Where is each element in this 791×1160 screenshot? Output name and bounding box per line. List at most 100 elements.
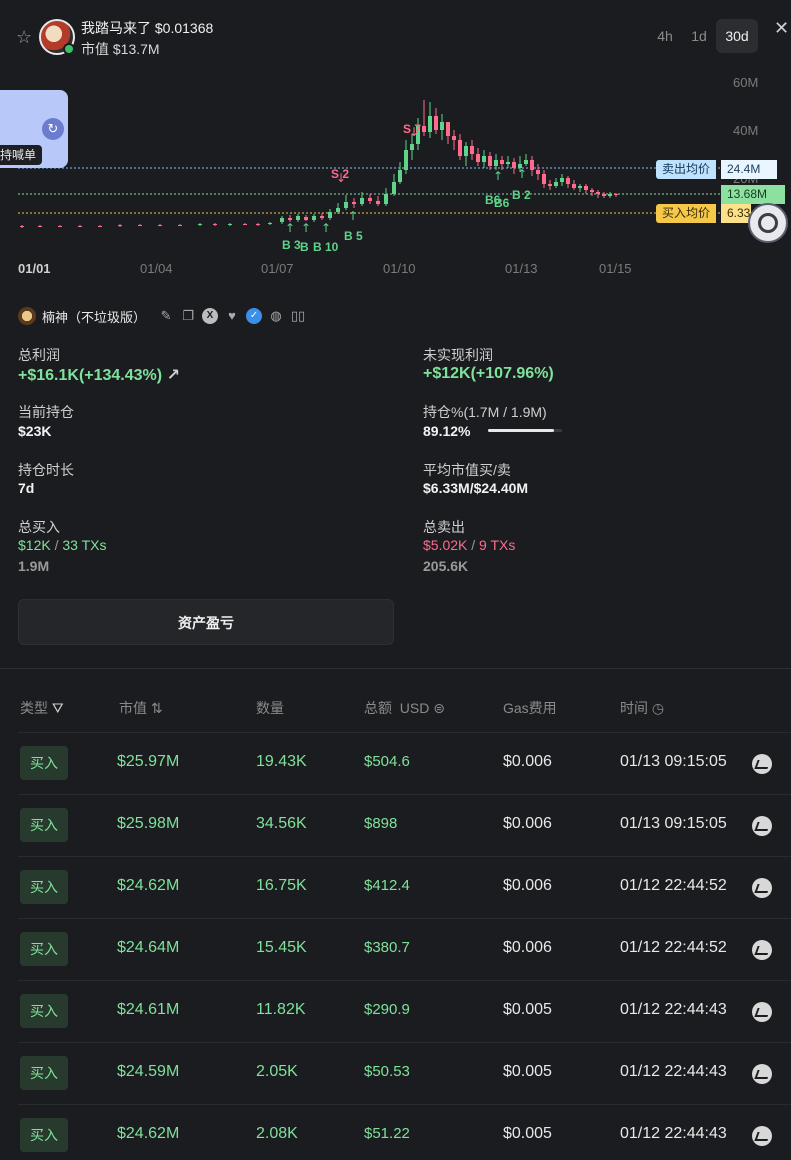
edit-icon[interactable]: ✎ (158, 308, 174, 324)
table-row[interactable]: 买入 $24.64M 15.45K $380.7 $0.006 01/12 22:44:5… (0, 919, 791, 981)
signal-card[interactable]: ↻ 持喊单 (0, 90, 68, 168)
trade-time: 01/12 22:44:43 (620, 1001, 727, 1018)
candle-body (304, 217, 308, 220)
candle-body (536, 170, 540, 174)
candle-body (376, 201, 380, 204)
trade-time: 01/12 22:44:43 (620, 1125, 727, 1142)
tx-explorer-icon[interactable] (752, 754, 772, 774)
candle-body (428, 116, 432, 132)
timeframe-30d[interactable]: 30d (716, 19, 758, 53)
divider (0, 668, 791, 669)
total-buy-amount: $12K / 33 TXs (18, 537, 107, 553)
trade-time: 01/12 22:44:43 (620, 1063, 727, 1080)
sell-marker: S 7 (403, 122, 422, 136)
trade-total: $50.53 (364, 1063, 410, 1080)
external-link-icon[interactable]: ↗ (167, 367, 180, 384)
candle-body (464, 146, 468, 156)
buy-marker: B 5 (344, 229, 363, 243)
table-row[interactable]: 买入 $24.59M 2.05K $50.53 $0.005 01/12 22:44:43 (0, 1043, 791, 1105)
tx-explorer-icon[interactable] (752, 816, 772, 836)
trade-mcap: $24.62M (117, 877, 180, 894)
candle-body (572, 184, 576, 188)
tx-explorer-icon[interactable] (752, 1126, 772, 1146)
buy-arrow-icon: ↑ (321, 221, 331, 235)
trade-time: 01/12 22:44:52 (620, 939, 727, 956)
token-name: 我踏马来了 $0.01368 (81, 20, 214, 36)
candle-body (476, 154, 480, 162)
candle-body (530, 160, 534, 170)
col-total[interactable]: 总额 USD ⊜ (364, 698, 445, 718)
table-row[interactable]: 买入 $24.62M 2.08K $51.22 $0.005 01/12 22:44:43 (0, 1105, 791, 1160)
tx-explorer-icon[interactable] (752, 1064, 772, 1084)
buy-arrow-icon: ↑ (285, 221, 295, 235)
sort-icon[interactable]: ⇅ (151, 700, 163, 716)
filter-icon[interactable]: ⛛ (52, 700, 64, 716)
table-row[interactable]: 买入 $25.97M 19.43K $504.6 $0.006 01/13 09:15:0… (0, 733, 791, 795)
total-sell-amount: $5.02K / 9 TXs (423, 537, 516, 553)
heart-icon[interactable]: ♥ (224, 308, 240, 324)
timeframe-4h[interactable]: 4h (646, 19, 684, 53)
asset-pnl-button[interactable]: 资产盈亏 (18, 599, 394, 645)
candle-body (434, 116, 438, 130)
trade-gas: $0.005 (503, 1001, 552, 1018)
copy-icon[interactable]: ❐ (180, 308, 196, 324)
unrealized-profit-value: +$12K(+107.96%) (423, 365, 554, 382)
candle-body (288, 218, 292, 220)
refresh-icon[interactable]: ↻ (42, 118, 64, 140)
candle-body (320, 216, 324, 218)
x-tick: 01/15 (599, 261, 632, 276)
hold-pct-label: 持仓%(1.7M / 1.9M) (423, 404, 547, 420)
timeframe-1d[interactable]: 1d (682, 19, 716, 53)
x-twitter-icon[interactable]: X (202, 308, 219, 324)
clock-icon[interactable]: ◷ (652, 700, 664, 716)
table-row[interactable]: 买入 $24.62M 16.75K $412.4 $0.006 01/12 22:44:5… (0, 857, 791, 919)
candle-body (494, 160, 498, 166)
verified-icon: ✓ (246, 308, 263, 324)
currency-switch-icon[interactable]: ⊜ (433, 700, 445, 716)
candle-body (336, 208, 340, 212)
unrealized-profit-label: 未实现利润 (423, 347, 493, 363)
target-icon (758, 213, 778, 233)
trade-qty: 15.45K (256, 939, 307, 956)
table-row[interactable]: 买入 $24.61M 11.82K $290.9 $0.005 01/12 22:44:4… (0, 981, 791, 1043)
tx-explorer-icon[interactable] (752, 940, 772, 960)
candle-body (512, 162, 516, 168)
buy-marker: B 2 (512, 188, 531, 202)
buy-arrow-icon: ↑ (493, 169, 503, 183)
chart-link-icon[interactable]: ◍ (268, 308, 284, 324)
tx-explorer-icon[interactable] (752, 1002, 772, 1022)
token-header: ☆ 我踏马来了 $0.01368 市值 $13.7M 4h 1d 30d ✕ (0, 0, 791, 70)
wallet-info: 楠神（不垃圾版） ✎ ❐ X ♥ ✓ ◍ ▯▯ (18, 306, 306, 326)
price-chart[interactable]: ↑↑↑↑↓↓↑↑ ↻ 持喊单 60M 40M 20M 卖出均价 24.4M 13… (0, 70, 791, 285)
col-time[interactable]: 时间 ◷ (620, 698, 664, 718)
trade-gas: $0.006 (503, 753, 552, 770)
candle-body (500, 160, 504, 164)
candle-body (452, 136, 456, 140)
duration-label: 持仓时长 (18, 462, 74, 478)
col-type[interactable]: 类型 ⛛ (20, 698, 64, 718)
candle-body (410, 144, 414, 150)
col-mcap[interactable]: 市值 ⇅ (119, 698, 163, 718)
candle-body (178, 225, 182, 226)
buy-arrow-icon: ↑ (348, 209, 358, 223)
buy-marker: B 3 (282, 238, 301, 252)
x-tick: 01/04 (140, 261, 173, 276)
floating-action-button[interactable] (748, 203, 788, 243)
candle-body (256, 224, 260, 225)
trade-qty: 16.75K (256, 877, 307, 894)
y-tick-60m: 60M (733, 75, 759, 90)
x-tick: 01/10 (383, 261, 416, 276)
candle-body (312, 216, 316, 220)
candle-body (542, 174, 546, 184)
y-tick-40m: 40M (733, 123, 759, 138)
tx-explorer-icon[interactable] (752, 878, 772, 898)
token-market-cap: 市值 $13.7M (81, 41, 160, 57)
candles-icon[interactable]: ▯▯ (290, 308, 306, 324)
close-icon[interactable]: ✕ (774, 18, 789, 39)
star-icon[interactable]: ☆ (16, 28, 34, 46)
candle-body (138, 225, 142, 226)
trade-total: $290.9 (364, 1001, 410, 1018)
col-gas: Gas费用 (503, 700, 557, 716)
table-row[interactable]: 买入 $25.98M 34.56K $898 $0.006 01/13 09:15:05 (0, 795, 791, 857)
trade-total: $412.4 (364, 877, 410, 894)
